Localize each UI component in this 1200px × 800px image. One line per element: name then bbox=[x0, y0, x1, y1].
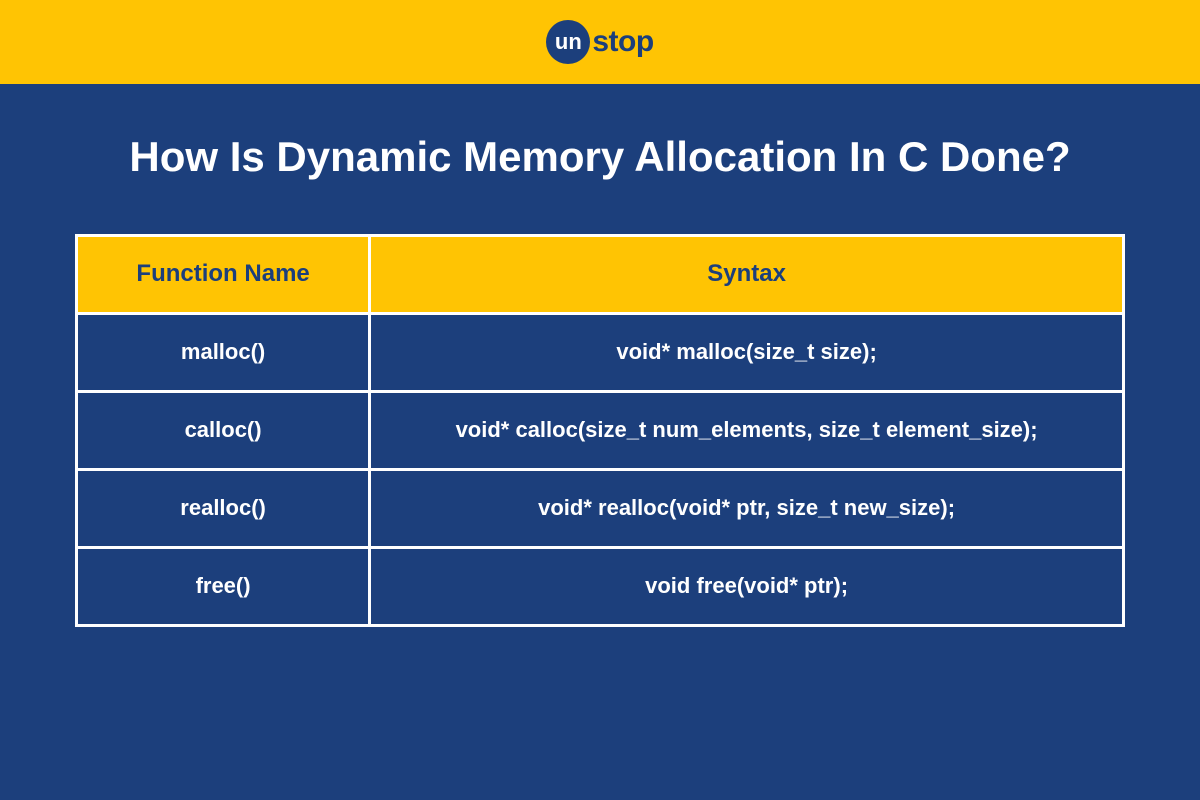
cell-syntax: void free(void* ptr); bbox=[370, 547, 1124, 625]
page-title: How Is Dynamic Memory Allocation In C Do… bbox=[129, 129, 1070, 186]
cell-syntax: void* realloc(void* ptr, size_t new_size… bbox=[370, 469, 1124, 547]
cell-function-name: free() bbox=[77, 547, 370, 625]
logo-text: stop bbox=[592, 25, 653, 59]
cell-function-name: realloc() bbox=[77, 469, 370, 547]
header-function-name: Function Name bbox=[77, 235, 370, 313]
cell-syntax: void* malloc(size_t size); bbox=[370, 313, 1124, 391]
table-row: calloc() void* calloc(size_t num_element… bbox=[77, 391, 1124, 469]
header-bar: un stop bbox=[0, 0, 1200, 84]
header-syntax: Syntax bbox=[370, 235, 1124, 313]
functions-table: Function Name Syntax malloc() void* mall… bbox=[75, 234, 1125, 627]
table-header-row: Function Name Syntax bbox=[77, 235, 1124, 313]
cell-syntax: void* calloc(size_t num_elements, size_t… bbox=[370, 391, 1124, 469]
logo-circle-text: un bbox=[555, 29, 582, 55]
table-row: malloc() void* malloc(size_t size); bbox=[77, 313, 1124, 391]
table-row: realloc() void* realloc(void* ptr, size_… bbox=[77, 469, 1124, 547]
table-row: free() void free(void* ptr); bbox=[77, 547, 1124, 625]
cell-function-name: malloc() bbox=[77, 313, 370, 391]
logo: un stop bbox=[546, 20, 653, 64]
logo-circle: un bbox=[546, 20, 590, 64]
content-area: How Is Dynamic Memory Allocation In C Do… bbox=[0, 84, 1200, 800]
cell-function-name: calloc() bbox=[77, 391, 370, 469]
